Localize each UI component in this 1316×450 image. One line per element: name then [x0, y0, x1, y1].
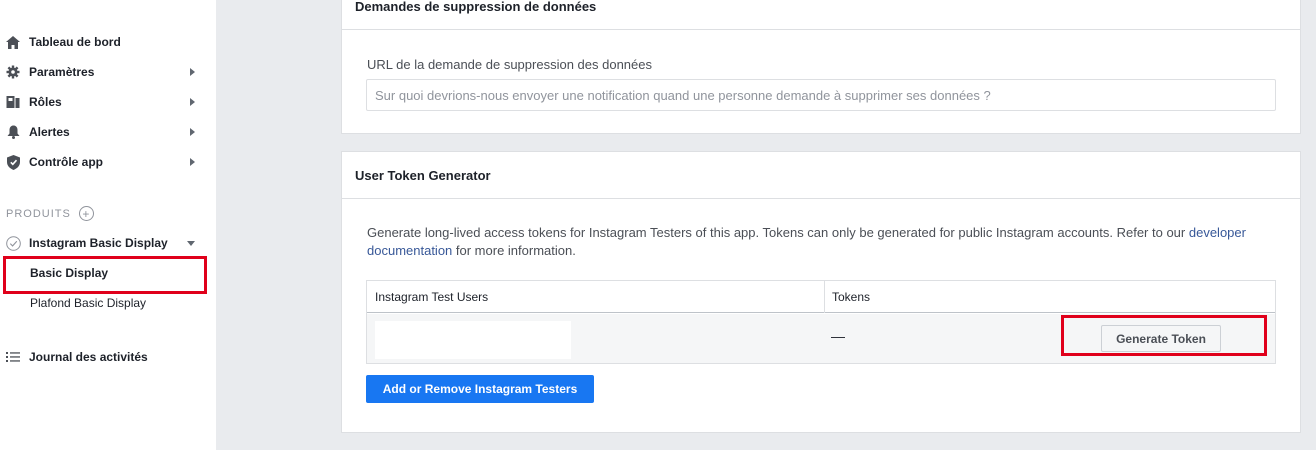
sidebar-item-label: Alertes	[29, 125, 70, 139]
list-icon	[5, 349, 21, 365]
token-value: —	[831, 328, 845, 344]
home-icon	[5, 34, 21, 50]
chevron-right-icon	[190, 128, 195, 136]
sidebar-item-settings[interactable]: Paramètres	[5, 61, 205, 83]
sidebar: Tableau de bord Paramètres Rôles Alertes…	[0, 0, 216, 450]
highlight-generate-token	[1061, 315, 1267, 356]
bell-icon	[5, 124, 21, 140]
data-deletion-card: Demandes de suppression de données URL d…	[341, 0, 1301, 134]
sidebar-item-instagram-basic-display[interactable]: Instagram Basic Display	[5, 232, 205, 254]
shield-icon	[5, 154, 21, 170]
sidebar-item-label: Contrôle app	[29, 155, 103, 169]
card-title: Demandes de suppression de données	[342, 0, 1300, 30]
gear-icon	[5, 64, 21, 80]
chevron-right-icon	[190, 68, 195, 76]
sidebar-subitem-basic-display-limit[interactable]: Plafond Basic Display	[30, 296, 146, 310]
sidebar-item-label: Paramètres	[29, 65, 95, 79]
table-header-row: Instagram Test Users Tokens	[367, 281, 1275, 313]
sidebar-item-roles[interactable]: Rôles	[5, 91, 205, 113]
roles-icon	[5, 94, 21, 110]
add-remove-testers-button[interactable]: Add or Remove Instagram Testers	[366, 375, 594, 403]
sidebar-item-app-control[interactable]: Contrôle app	[5, 151, 205, 173]
sidebar-item-label: Tableau de bord	[29, 35, 121, 49]
chevron-right-icon	[190, 98, 195, 106]
test-user-cell	[375, 321, 571, 359]
sidebar-item-dashboard[interactable]: Tableau de bord	[5, 31, 205, 53]
column-header-test-users: Instagram Test Users	[375, 290, 489, 304]
deletion-url-input[interactable]	[366, 79, 1276, 111]
sidebar-item-label: Journal des activités	[29, 350, 148, 364]
highlight-basic-display	[3, 256, 207, 294]
check-circle-icon	[5, 235, 21, 251]
user-token-generator-card: User Token Generator Generate long-lived…	[341, 151, 1301, 433]
chevron-right-icon	[190, 158, 195, 166]
sidebar-item-label: Rôles	[29, 95, 62, 109]
chevron-down-icon	[187, 241, 195, 246]
products-section-label: PRODUITS +	[6, 206, 94, 221]
sidebar-item-activity-log[interactable]: Journal des activités	[5, 346, 205, 368]
add-product-icon[interactable]: +	[78, 206, 94, 221]
deletion-url-label: URL de la demande de suppression des don…	[367, 57, 652, 72]
sidebar-item-alerts[interactable]: Alertes	[5, 121, 205, 143]
card-title: User Token Generator	[342, 152, 1300, 199]
token-description: Generate long-lived access tokens for In…	[367, 225, 1246, 258]
sidebar-item-label: Instagram Basic Display	[29, 236, 168, 250]
column-header-tokens: Tokens	[832, 290, 871, 304]
